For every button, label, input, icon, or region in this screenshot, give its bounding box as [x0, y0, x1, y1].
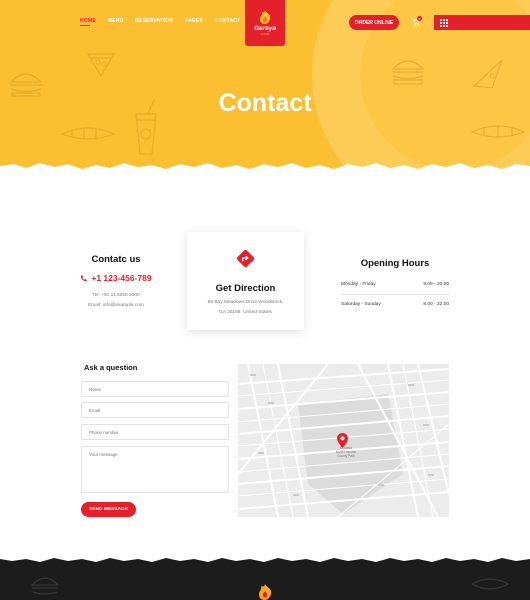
menu-toggle-bar[interactable]	[434, 15, 530, 30]
footer-torn-edge	[0, 556, 530, 562]
footer	[0, 556, 530, 600]
main-nav: HOME MENU RESERVATION PAGES CONTACT	[80, 18, 240, 26]
footer-logo-flame-icon	[259, 584, 272, 600]
contact-page: HOME MENU RESERVATION PAGES CONTACT Gare…	[0, 0, 530, 600]
direction-title: Get Direction	[215, 283, 276, 294]
contact-email[interactable]: Email: info@example.com	[66, 301, 166, 311]
nav-reservation[interactable]: RESERVATION	[135, 18, 172, 26]
grid-menu-icon	[440, 18, 448, 27]
hours-time: 9.00 - 20.00	[423, 282, 449, 287]
hours-time: 8.00 - 22.00	[423, 302, 449, 307]
nav-pages[interactable]: PAGES	[185, 18, 203, 26]
direction-address-line1: 85 Bay Meadows Drive Woodstock,	[207, 300, 284, 305]
nav-menu[interactable]: MENU	[108, 18, 124, 26]
hours-title: Opening Hours	[360, 258, 430, 269]
torn-edge-divider	[0, 163, 530, 172]
phone-number: +1 123-456-789	[91, 273, 152, 283]
page-title: Contact	[218, 89, 312, 117]
hours-row: Saturday - Sunday 8.00 - 22.00	[341, 295, 449, 314]
footer-wrap-doodle-icon	[470, 578, 510, 590]
hero-banner: HOME MENU RESERVATION PAGES CONTACT Gare…	[0, 0, 530, 172]
contact-info: Contatc us +1 123-456-789 Tel: +91 11 40…	[66, 254, 166, 311]
brand-logo[interactable]: Gareya FOOD	[245, 0, 285, 46]
phone-icon	[81, 274, 87, 281]
flame-icon	[260, 10, 271, 24]
direction-card: Get Direction 85 Bay Meadows Drive Woods…	[187, 232, 304, 330]
pizza-doodle-icon	[86, 53, 116, 78]
footer-burger-doodle-icon	[30, 577, 60, 595]
message-textarea[interactable]	[81, 446, 229, 493]
opening-hours: Opening Hours Monday - Friday 9.00 - 20.…	[341, 258, 449, 314]
wrap-doodle-icon	[60, 127, 116, 140]
map-place-label: Broward North Houston County Park	[330, 446, 362, 458]
map-label-line3: County Park	[337, 454, 355, 458]
contact-tel: Tel: +91 11 4050 0000	[92, 293, 140, 298]
location-map[interactable]	[238, 364, 449, 517]
direction-address-line2: GA 30188, United States	[219, 310, 272, 315]
send-message-button[interactable]: SEND MESSAGE	[81, 502, 136, 517]
burger-doodle-right-icon	[391, 60, 425, 85]
contact-title: Contatc us	[91, 254, 141, 265]
order-online-button[interactable]: ORDER ONLINE	[349, 15, 399, 30]
direction-sign-icon	[236, 249, 255, 268]
form-title: Ask a question	[84, 363, 138, 372]
name-input[interactable]	[81, 381, 229, 397]
contact-phone[interactable]: +1 123-456-789	[66, 273, 166, 283]
hours-days: Monday - Friday	[341, 282, 376, 287]
cart-count-badge: 0	[417, 16, 422, 21]
nav-home[interactable]: HOME	[80, 18, 96, 26]
email-input[interactable]	[81, 402, 229, 418]
hours-days: Saturday - Sunday	[341, 302, 381, 307]
wrap-doodle-right-icon	[470, 125, 526, 138]
hours-row: Monday - Friday 9.00 - 20.00	[341, 275, 449, 295]
brand-sub: FOOD	[260, 32, 270, 36]
pizza-doodle-right-icon	[472, 59, 503, 88]
phone-input[interactable]	[81, 424, 229, 440]
nav-contact[interactable]: CONTACT	[215, 18, 240, 26]
brand-name: Gareya	[253, 25, 277, 32]
